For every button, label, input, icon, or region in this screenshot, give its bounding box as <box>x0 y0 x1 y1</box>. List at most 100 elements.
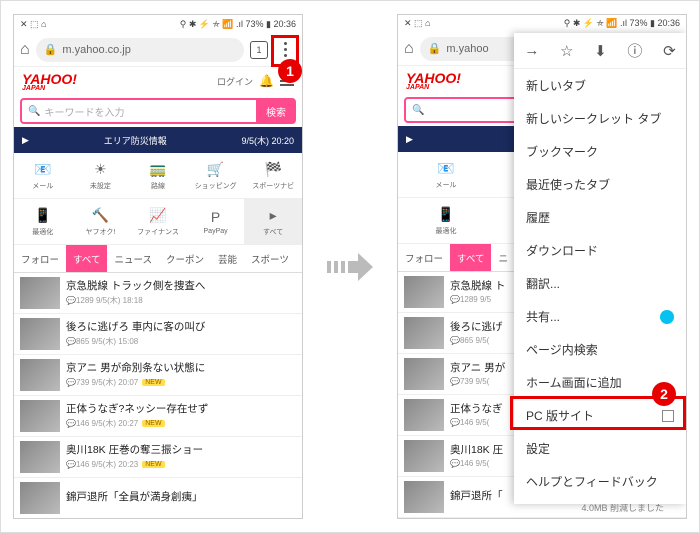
search-button[interactable]: 検索 <box>256 98 296 124</box>
news-thumbnail <box>404 440 444 472</box>
news-thumbnail <box>404 276 444 308</box>
home-icon[interactable]: ⌂ <box>20 41 30 59</box>
menu-top-row: → ☆ ⬇ ⓘ ⟳ <box>514 33 686 69</box>
service-メール[interactable]: 📧メール <box>14 153 72 198</box>
tab-クーポン[interactable]: クーポン <box>159 245 211 272</box>
news-title: 京アニ 男が命別条ない状態に <box>66 362 296 375</box>
news-thumbnail <box>20 359 60 391</box>
news-thumbnail <box>404 317 444 349</box>
menu-item-翻訳...[interactable]: 翻訳... <box>514 267 686 300</box>
tab-フォロー[interactable]: フォロー <box>14 245 66 272</box>
search-icon: 🔍 <box>28 106 40 117</box>
news-title: 錦戸退所「全員が満身創痍」 <box>66 491 296 504</box>
menu-label: ダウンロード <box>526 242 598 259</box>
service-スポーツナビ[interactable]: 🏁スポーツナビ <box>244 153 302 198</box>
menu-label: 新しいシークレット タブ <box>526 110 661 127</box>
news-tabs: フォローすべてニュースクーポン芸能スポーツ <box>14 245 302 273</box>
tab-すべて[interactable]: すべて <box>450 244 491 271</box>
menu-item-ヘルプとフィードバック[interactable]: ヘルプとフィードバック <box>514 465 686 498</box>
search-input[interactable]: 🔍 キーワードを入力 <box>20 98 256 124</box>
service-PayPay[interactable]: PPayPay <box>187 199 245 244</box>
cast-icon <box>660 310 674 324</box>
news-item[interactable]: 京アニ 男が命別条ない状態に💬739 9/5(木) 20:07 NEW <box>14 355 302 396</box>
menu-item-ダウンロード[interactable]: ダウンロード <box>514 234 686 267</box>
news-thumbnail <box>404 358 444 390</box>
service-メール[interactable]: 📧メール <box>398 152 494 197</box>
menu-action-icon[interactable]: → <box>524 42 539 59</box>
tab-芸能[interactable]: 芸能 <box>211 245 244 272</box>
status-left: ✕ ⬚ ⌂ <box>20 19 46 30</box>
service-ショッピング[interactable]: 🛒ショッピング <box>187 153 245 198</box>
menu-action-icon[interactable]: ⓘ <box>627 40 642 61</box>
menu-action-icon[interactable]: ⟳ <box>663 42 676 60</box>
news-item[interactable]: 奥川18K 圧巻の奪三振ショー 💬146 9/5(木) 20:23 NEW <box>14 437 302 478</box>
menu-item-新しいシークレット タブ[interactable]: 新しいシークレット タブ <box>514 102 686 135</box>
notification-icon[interactable]: 🔔 <box>259 74 274 88</box>
service-最適化[interactable]: 📱最適化 <box>398 198 494 243</box>
tab-switcher[interactable]: 1 <box>250 41 268 59</box>
news-title: 後ろに逃げろ 車内に客の叫び <box>66 321 296 334</box>
service-天気[interactable]: ☀未設定 <box>72 153 130 198</box>
status-right: ⚲ ✱ ⚡ ⛤ 📶 .ıl 73% ▮ 20:36 <box>564 18 680 29</box>
news-list: 京急脱線 トラック側を捜査へ 💬1289 9/5(木) 18:18 後ろに逃げろ 車… <box>14 273 302 518</box>
tab-ニュース[interactable]: ニュース <box>107 245 159 272</box>
status-right: ⚲ ✱ ⚡ ⛤ 📶 .ıl 73% ▮ 20:36 <box>180 19 296 30</box>
menu-item-共有...[interactable]: 共有... <box>514 300 686 333</box>
tab-すべて[interactable]: すべて <box>66 245 107 272</box>
menu-label: 履歴 <box>526 209 550 226</box>
step-badge-2: 2 <box>652 382 676 406</box>
tab-ニ[interactable]: ニ <box>491 244 515 271</box>
news-thumbnail <box>20 318 60 350</box>
status-bar: ✕ ⬚ ⌂ ⚲ ✱ ⚡ ⛤ 📶 .ıl 73% ▮ 20:36 <box>14 15 302 33</box>
news-thumbnail <box>20 400 60 432</box>
play-icon: ▶ <box>406 134 413 145</box>
home-icon[interactable]: ⌂ <box>404 40 414 58</box>
address-bar: ⌂ 🔒 m.yahoo.co.jp 1 <box>14 33 302 67</box>
url-text: m.yahoo <box>446 43 488 55</box>
status-left: ✕ ⬚ ⌂ <box>404 18 430 29</box>
menu-item-設定[interactable]: 設定 <box>514 432 686 465</box>
news-item[interactable]: 京急脱線 トラック側を捜査へ 💬1289 9/5(木) 18:18 <box>14 273 302 314</box>
tab-フォロー[interactable]: フォロー <box>398 244 450 271</box>
menu-item-新しいタブ[interactable]: 新しいタブ <box>514 69 686 102</box>
menu-item-最近使ったタブ[interactable]: 最近使ったタブ <box>514 168 686 201</box>
service-最適化[interactable]: 📱最適化 <box>14 199 72 244</box>
yahoo-header: YAHOO!JAPAN ログイン 🔔 <box>14 67 302 95</box>
login-link[interactable]: ログイン <box>217 75 253 88</box>
news-title: 京急脱線 トラック側を捜査へ <box>66 280 296 293</box>
menu-label: 翻訳... <box>526 275 560 292</box>
menu-label: ページ内検索 <box>526 341 598 358</box>
news-item[interactable]: 錦戸退所「全員が満身創痍」 <box>14 478 302 518</box>
tab-スポーツ[interactable]: スポーツ <box>244 245 296 272</box>
service-icons-row2: 📱最適化🔨ヤフオク!📈ファイナンスPPayPay▸すべて <box>14 199 302 245</box>
alert-time: 9/5(木) 20:20 <box>241 134 294 147</box>
news-title: 奥川18K 圧巻の奪三振ショー <box>66 444 296 457</box>
play-icon: ▶ <box>22 135 29 146</box>
transition-arrow <box>325 247 375 287</box>
menu-label: ヘルプとフィードバック <box>526 473 658 490</box>
service-icons-row1: 📧メール☀未設定🚃路線🛒ショッピング🏁スポーツナビ <box>14 153 302 199</box>
menu-item-ブックマーク[interactable]: ブックマーク <box>514 135 686 168</box>
news-thumbnail <box>404 481 444 513</box>
service-ファイナンス[interactable]: 📈ファイナンス <box>129 199 187 244</box>
service-路線[interactable]: 🚃路線 <box>129 153 187 198</box>
news-thumbnail <box>20 441 60 473</box>
service-すべて[interactable]: ▸すべて <box>244 199 302 244</box>
news-meta: 💬146 9/5(木) 20:23 NEW <box>66 459 296 470</box>
yahoo-logo[interactable]: YAHOO!JAPAN <box>406 70 461 90</box>
status-bar: ✕ ⬚ ⌂ ⚲ ✱ ⚡ ⛤ 📶 .ıl 73% ▮ 20:36 <box>398 15 686 33</box>
lock-icon: 🔒 <box>44 43 58 56</box>
menu-item-履歴[interactable]: 履歴 <box>514 201 686 234</box>
service-ヤフオク![interactable]: 🔨ヤフオク! <box>72 199 130 244</box>
news-thumbnail <box>20 482 60 514</box>
news-item[interactable]: 正体うなぎ?ネッシー存在せず💬146 9/5(木) 20:27 NEW <box>14 396 302 437</box>
menu-item-ページ内検索[interactable]: ページ内検索 <box>514 333 686 366</box>
menu-action-icon[interactable]: ☆ <box>560 42 573 60</box>
menu-action-icon[interactable]: ⬇ <box>594 42 607 60</box>
news-meta: 💬1289 9/5(木) 18:18 <box>66 295 296 306</box>
url-field[interactable]: 🔒 m.yahoo.co.jp <box>36 38 244 62</box>
yahoo-logo[interactable]: YAHOO!JAPAN <box>22 71 77 91</box>
news-item[interactable]: 後ろに逃げろ 車内に客の叫び💬865 9/5(木) 15:08 <box>14 314 302 355</box>
alert-banner[interactable]: ▶ エリア防災情報 9/5(木) 20:20 <box>14 127 302 153</box>
url-text: m.yahoo.co.jp <box>62 44 130 56</box>
